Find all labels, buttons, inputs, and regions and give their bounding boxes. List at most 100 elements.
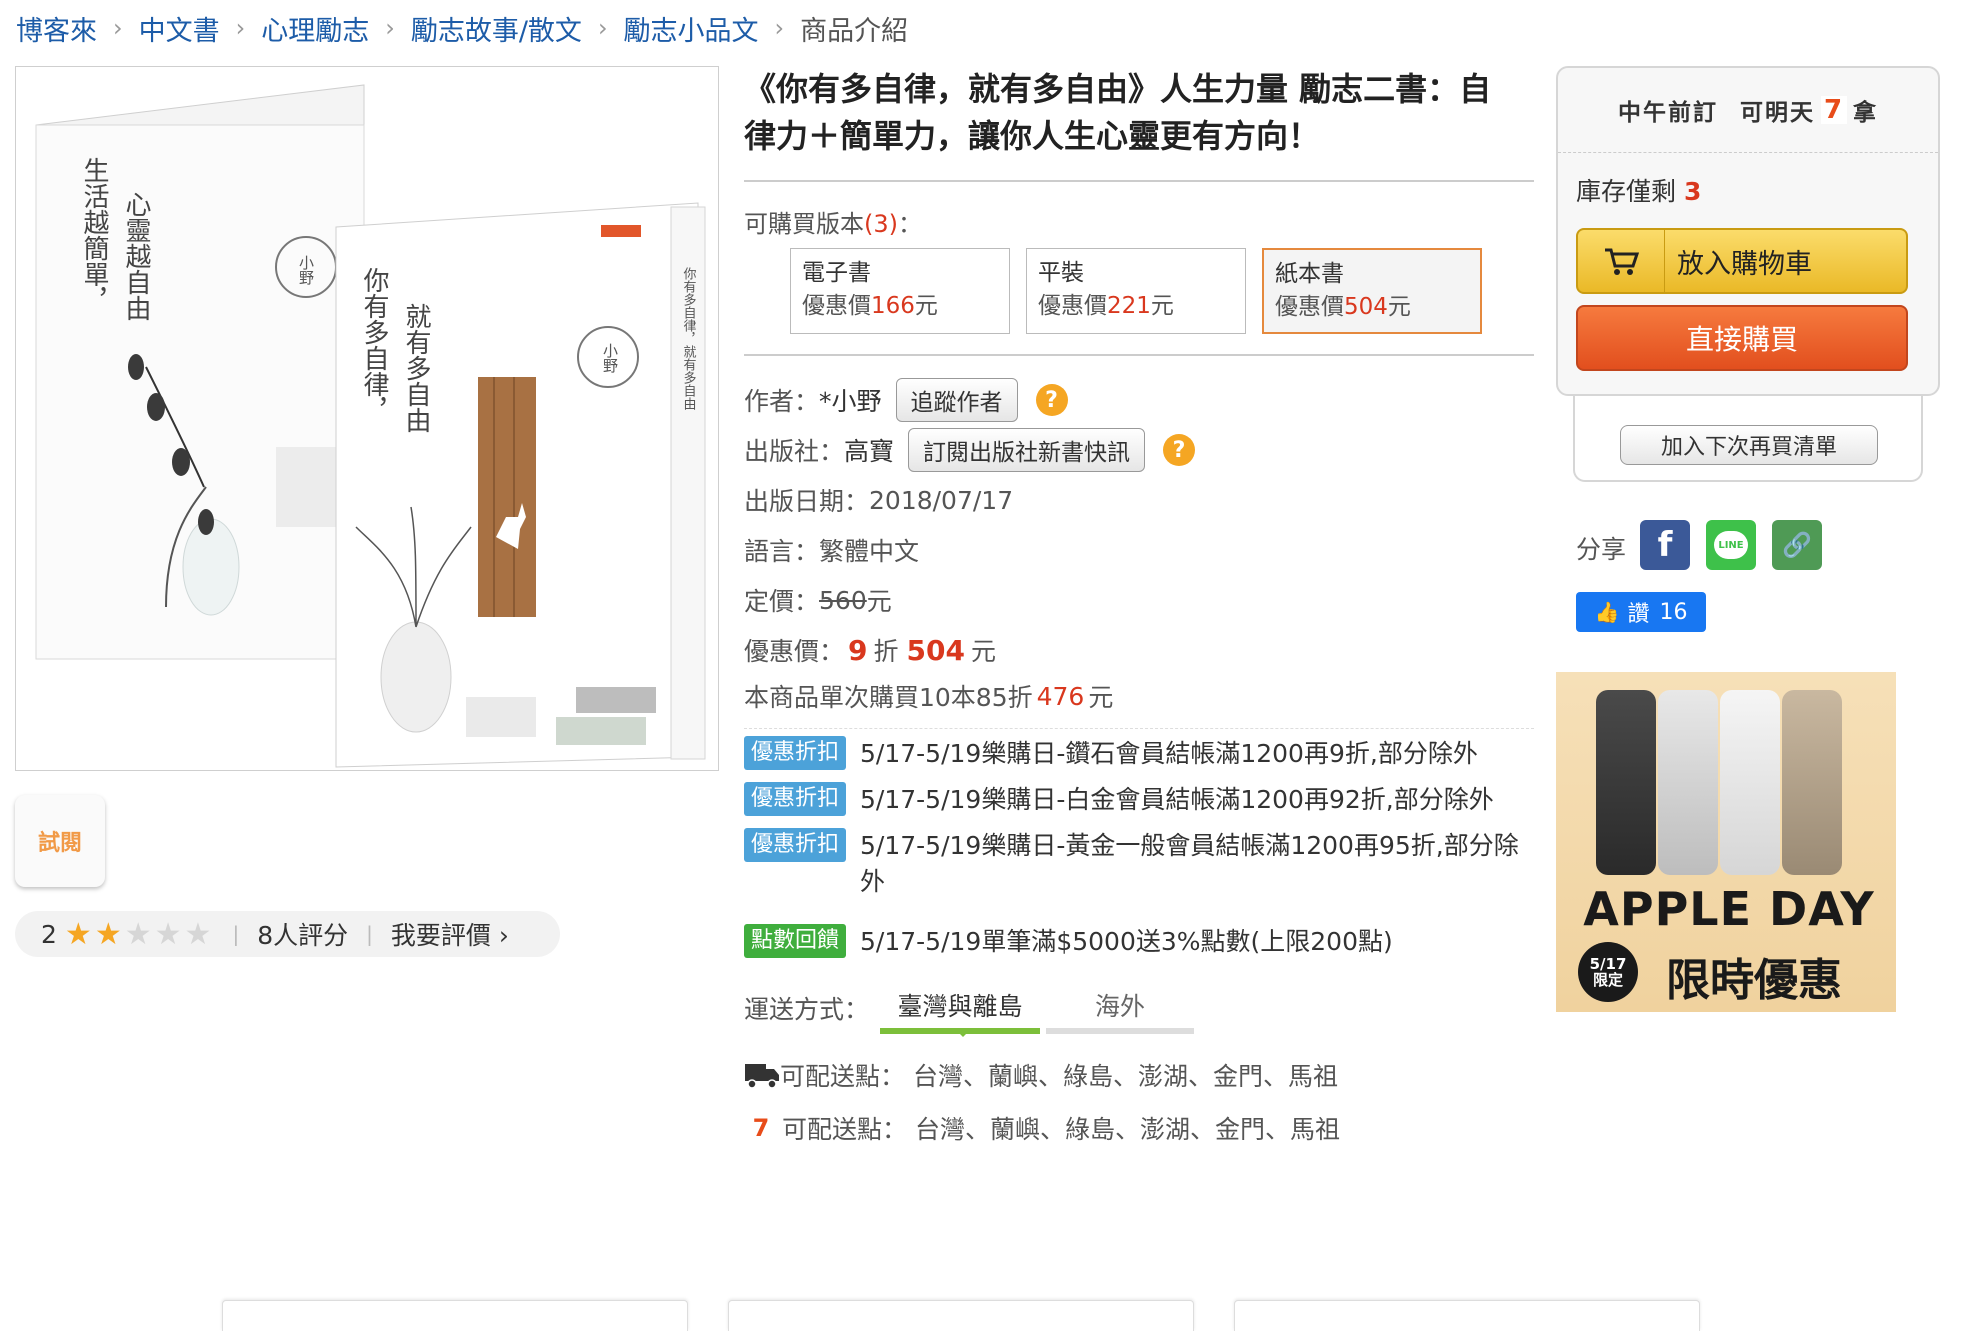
editions-count: (3) bbox=[864, 210, 898, 238]
banner-text-3: 拿 bbox=[1853, 100, 1878, 126]
breadcrumb: 博客來 › 中文書 › 心理勵志 › 勵志故事/散文 › 勵志小品文 › 商品介… bbox=[16, 8, 908, 48]
chevron-right-icon: › bbox=[235, 14, 246, 42]
rating-stars: ★ ★ ★ ★ ★ bbox=[65, 917, 215, 952]
active-tab-indicator bbox=[954, 1028, 972, 1037]
seven-eleven-icon: 7 bbox=[752, 1114, 770, 1142]
promo-text: 5/17-5/19樂購日-鑽石會員結帳滿1200再9折,部分除外 bbox=[860, 739, 1478, 768]
delivery-store-row: 7 可配送點： 台灣、蘭嶼、綠島、澎湖、金門、馬祖 bbox=[744, 1110, 1340, 1146]
add-to-cart-button[interactable]: 放入購物車 bbox=[1576, 228, 1908, 294]
chevron-right-icon: › bbox=[774, 14, 785, 42]
list-price-row: 定價： 560 元 bbox=[744, 580, 892, 620]
edition-price: 504 bbox=[1344, 294, 1388, 320]
editions-suffix: ： bbox=[898, 210, 922, 238]
language-label: 語言： bbox=[744, 537, 820, 566]
breadcrumb-inspirational-essays[interactable]: 勵志小品文 bbox=[624, 9, 759, 48]
promo-card[interactable] bbox=[222, 1300, 688, 1331]
front-cover-title-1: 你有多自律， bbox=[359, 267, 389, 423]
write-review-link[interactable]: 我要評價 › bbox=[391, 916, 509, 952]
breadcrumb-home[interactable]: 博客來 bbox=[16, 9, 97, 48]
edition-name: 電子書 bbox=[802, 260, 871, 286]
edition-name: 平裝 bbox=[1038, 260, 1084, 286]
discount-unit: 折 bbox=[873, 637, 899, 666]
promotion-item[interactable]: 優惠折扣 5/17-5/19樂購日-鑽石會員結帳滿1200再9折,部分除外 bbox=[744, 736, 1534, 772]
sale-price-label: 優惠價： bbox=[744, 637, 845, 666]
promotion-item[interactable]: 點數回饋 5/17-5/19單筆滿$5000送3%點數(上限200點) bbox=[744, 924, 1534, 960]
bulk-price: 476 bbox=[1036, 681, 1085, 711]
truck-icon bbox=[745, 1064, 779, 1089]
star-icon: ★ bbox=[124, 916, 152, 952]
edition-price-label: 優惠價 bbox=[802, 293, 871, 319]
apple-day-ad-banner[interactable]: APPLE DAY 5/17 限定 限時優惠 bbox=[1556, 672, 1896, 1012]
help-icon[interactable]: ? bbox=[1035, 384, 1068, 416]
add-to-wishlist-button[interactable]: 加入下次再買清單 bbox=[1620, 425, 1878, 465]
buy-now-button[interactable]: 直接購買 bbox=[1576, 305, 1908, 371]
rating-count[interactable]: 8人評分 bbox=[257, 916, 348, 952]
author-label: 作者： bbox=[744, 387, 820, 416]
rating-score: 2 bbox=[41, 919, 57, 949]
like-label: 讚 bbox=[1627, 602, 1650, 627]
like-count: 16 bbox=[1659, 599, 1688, 625]
star-icon: ★ bbox=[184, 916, 212, 952]
publisher-row: 出版社： 高寶 訂閱出版社新書快訊 ? bbox=[744, 428, 1196, 472]
publish-date-label: 出版日期： bbox=[744, 487, 870, 516]
chevron-right-icon: › bbox=[597, 14, 608, 42]
cart-icon bbox=[1578, 230, 1665, 292]
promotion-item[interactable]: 優惠折扣 5/17-5/19樂購日-黃金一般會員結帳滿1200再95折,部分除外 bbox=[744, 828, 1534, 900]
next-day-pickup-banner: 中午前訂 可明天 7 拿 bbox=[1558, 68, 1938, 153]
sale-price: 504 bbox=[906, 633, 965, 667]
author-name[interactable]: *小野 bbox=[819, 382, 882, 418]
divider bbox=[744, 354, 1534, 356]
publish-date-row: 出版日期： 2018/07/17 bbox=[744, 480, 1013, 520]
write-review-label: 我要評價 bbox=[390, 921, 491, 950]
chevron-right-icon: › bbox=[498, 921, 509, 950]
product-image[interactable]: 生活越簡單， 心靈越自由 小野 你有多自律， 就有多自由 你有多自律，就有多自由… bbox=[15, 66, 719, 771]
follow-author-button[interactable]: 追蹤作者 bbox=[895, 378, 1018, 422]
edition-price: 166 bbox=[871, 293, 915, 319]
edition-ebook[interactable]: 電子書 優惠價166元 bbox=[790, 248, 1010, 334]
list-price-unit: 元 bbox=[866, 587, 892, 616]
star-icon: ★ bbox=[64, 916, 92, 952]
promo-badge: 優惠折扣 bbox=[744, 828, 847, 862]
back-cover-title-1: 生活越簡單， bbox=[79, 157, 109, 313]
copy-link-icon[interactable]: 🔗 bbox=[1772, 520, 1822, 570]
ad-date-label: 限定 bbox=[1592, 971, 1623, 989]
delivery-home-row: 可配送點： 台灣、蘭嶼、綠島、澎湖、金門、馬祖 bbox=[744, 1057, 1338, 1093]
sale-price-row: 優惠價： 9 折 504 元 bbox=[744, 628, 996, 672]
back-author-seal: 小野 bbox=[297, 255, 315, 285]
thumbs-up-icon: 👍 bbox=[1594, 600, 1620, 624]
edition-print[interactable]: 紙本書 優惠價504元 bbox=[1262, 248, 1482, 334]
promo-card[interactable] bbox=[1234, 1300, 1700, 1331]
sale-price-unit: 元 bbox=[970, 637, 996, 666]
breadcrumb-psychology[interactable]: 心理勵志 bbox=[261, 9, 369, 48]
phone-image bbox=[1658, 690, 1718, 875]
list-price: 560 bbox=[819, 585, 867, 615]
shipping-label: 運送方式： bbox=[744, 995, 870, 1024]
bulk-discount-text: 本商品單次購買10本85折 bbox=[744, 683, 1033, 712]
publisher-label: 出版社： bbox=[744, 437, 845, 466]
tab-taiwan-islands[interactable]: 臺灣與離島 bbox=[880, 982, 1040, 1034]
tab-overseas[interactable]: 海外 bbox=[1046, 982, 1194, 1034]
subscribe-publisher-button[interactable]: 訂閱出版社新書快訊 bbox=[908, 428, 1146, 472]
banner-text-2: 可明天 bbox=[1740, 100, 1815, 126]
breadcrumb-chinese-books[interactable]: 中文書 bbox=[139, 9, 220, 48]
ad-date: 5/17 bbox=[1589, 955, 1627, 973]
promo-card[interactable] bbox=[728, 1300, 1194, 1331]
edition-paperback[interactable]: 平裝 優惠價221元 bbox=[1026, 248, 1246, 334]
line-share-icon[interactable]: LINE bbox=[1706, 520, 1756, 570]
publisher-name[interactable]: 高寶 bbox=[844, 432, 894, 468]
chevron-right-icon: › bbox=[113, 14, 123, 42]
product-title: 《你有多自律，就有多自由》人生力量 勵志二書：自律力＋簡單力，讓你人生心靈更有方… bbox=[744, 70, 1492, 155]
author-row: 作者： *小野 追蹤作者 ? bbox=[744, 378, 1068, 422]
stock-status: 庫存僅剩 3 bbox=[1576, 172, 1701, 208]
delivery-points-text: 可配送點： 台灣、蘭嶼、綠島、澎湖、金門、馬祖 bbox=[782, 1115, 1340, 1144]
help-icon[interactable]: ? bbox=[1163, 434, 1196, 466]
back-cover-title-2: 心靈越自由 bbox=[121, 191, 151, 321]
promo-text: 5/17-5/19樂購日-黃金一般會員結帳滿1200再95折,部分除外 bbox=[860, 831, 1519, 896]
facebook-like-button[interactable]: 👍 讚 16 bbox=[1576, 592, 1706, 632]
breadcrumb-inspirational-stories[interactable]: 勵志故事/散文 bbox=[411, 9, 582, 48]
facebook-share-icon[interactable]: f bbox=[1640, 520, 1690, 570]
trial-read-button[interactable]: 試閱 bbox=[15, 795, 105, 887]
promo-badge: 優惠折扣 bbox=[744, 736, 847, 770]
front-cover-title-2: 就有多自由 bbox=[401, 303, 431, 433]
promotion-item[interactable]: 優惠折扣 5/17-5/19樂購日-白金會員結帳滿1200再92折,部分除外 bbox=[744, 782, 1534, 818]
